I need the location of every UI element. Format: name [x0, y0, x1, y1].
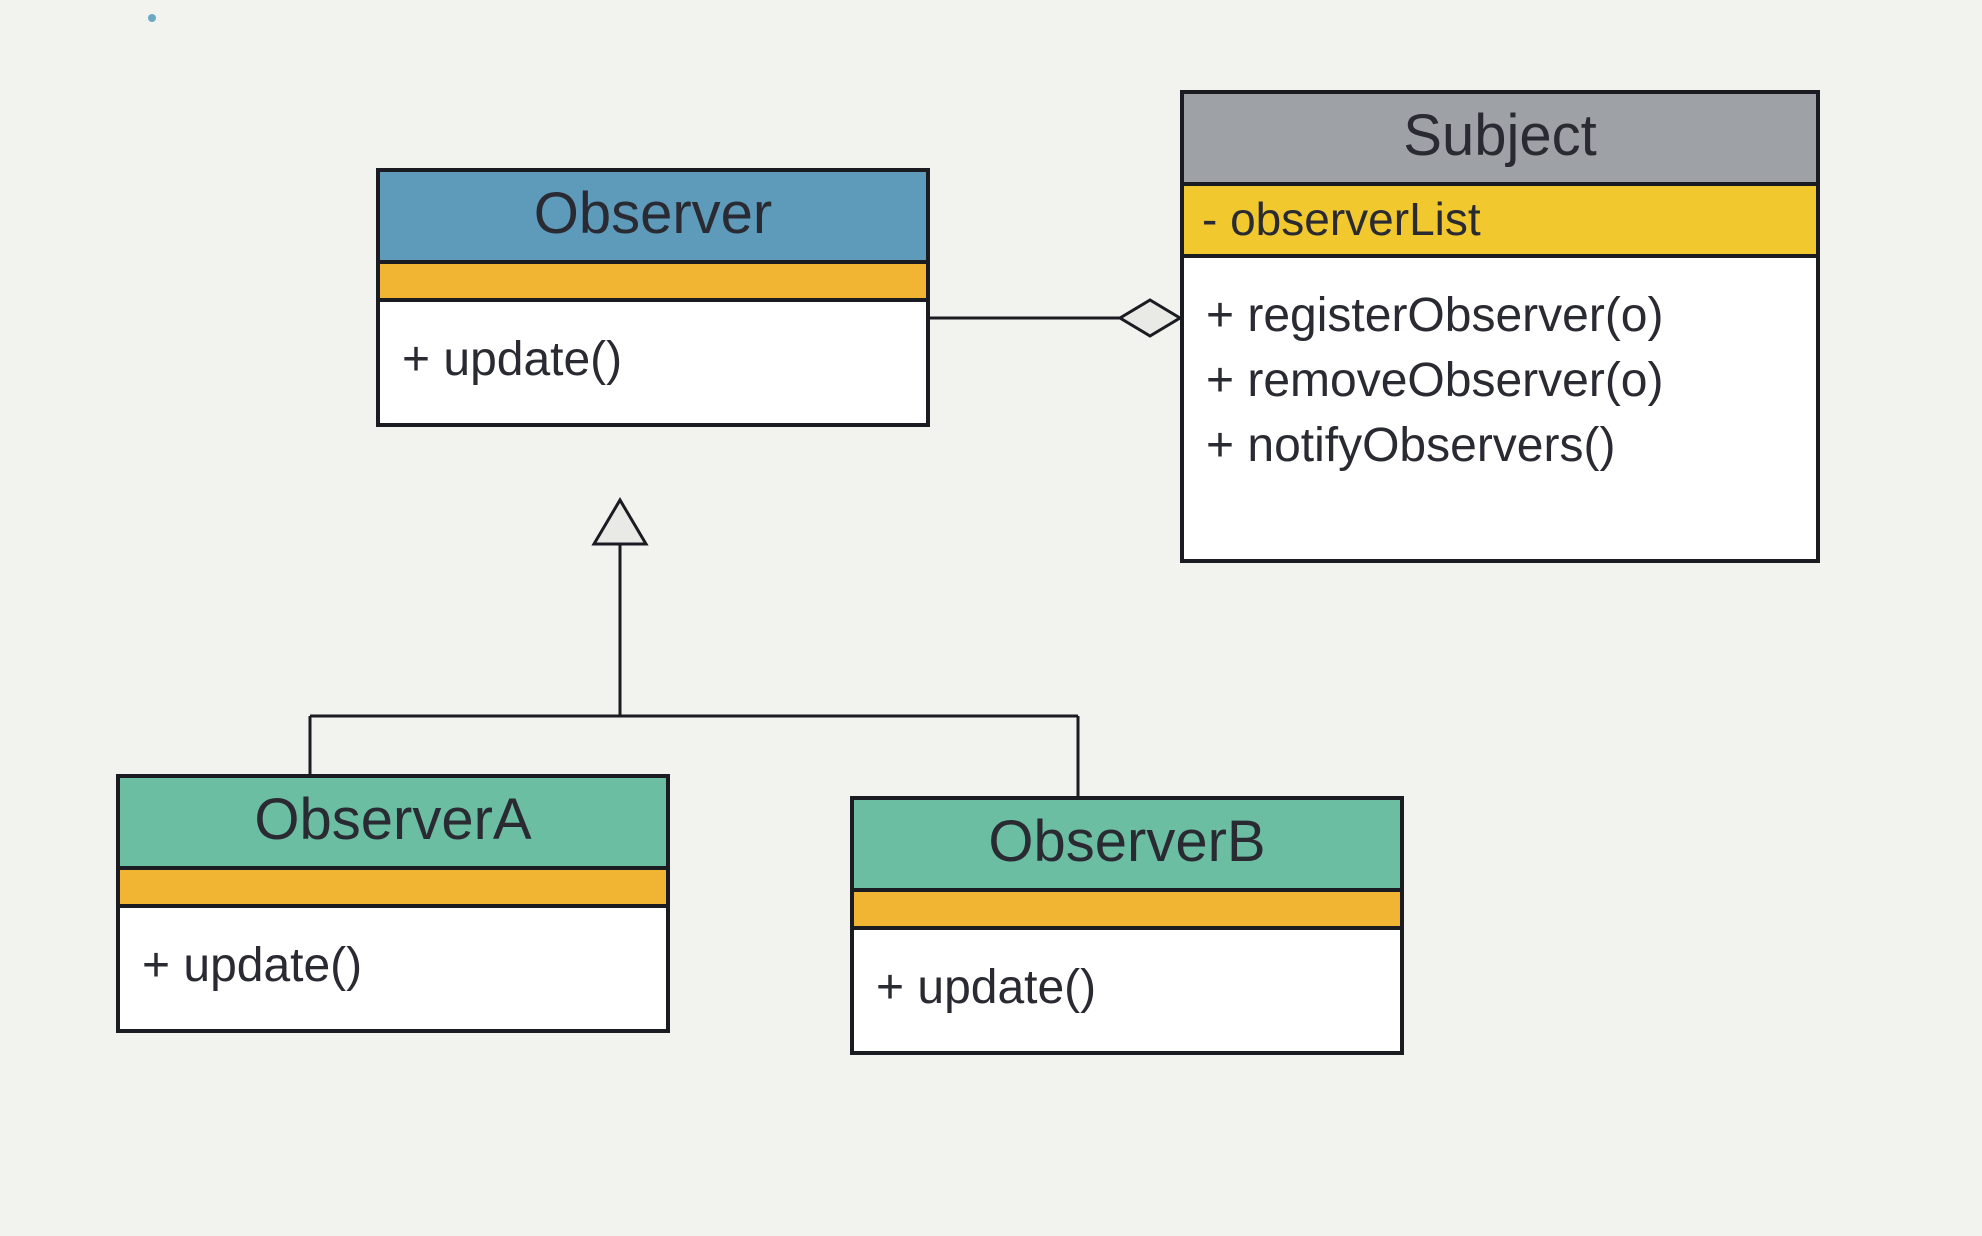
- class-subject-attrs: - observerList: [1184, 186, 1816, 259]
- class-subject-title: Subject: [1184, 94, 1816, 186]
- class-subject: Subject - observerList + registerObserve…: [1180, 90, 1820, 563]
- decorative-dot: [148, 14, 156, 22]
- class-observer-b-title: ObserverB: [854, 800, 1400, 892]
- class-subject-method: + registerObserver(o): [1206, 284, 1794, 349]
- class-subject-method: + notifyObservers(): [1206, 414, 1794, 479]
- class-observer: Observer + update(): [376, 168, 930, 427]
- class-observer-methods: + update(): [380, 302, 926, 423]
- class-observer-a-attrs: [120, 870, 666, 908]
- aggregation-diamond-icon: [1120, 300, 1180, 336]
- class-observer-b-method: + update(): [876, 956, 1378, 1021]
- generalization-arrow-icon: [594, 500, 646, 544]
- class-observer-title: Observer: [380, 172, 926, 264]
- class-observer-b: ObserverB + update(): [850, 796, 1404, 1055]
- class-subject-methods: + registerObserver(o) + removeObserver(o…: [1184, 258, 1816, 558]
- class-observer-b-methods: + update(): [854, 930, 1400, 1051]
- class-observer-attrs: [380, 264, 926, 302]
- class-subject-attr: - observerList: [1202, 193, 1481, 245]
- class-observer-a-methods: + update(): [120, 908, 666, 1029]
- class-observer-a-method: + update(): [142, 934, 644, 999]
- class-observer-method: + update(): [402, 328, 904, 393]
- class-observer-a-title: ObserverA: [120, 778, 666, 870]
- class-subject-method: + removeObserver(o): [1206, 349, 1794, 414]
- class-observer-b-attrs: [854, 892, 1400, 930]
- class-observer-a: ObserverA + update(): [116, 774, 670, 1033]
